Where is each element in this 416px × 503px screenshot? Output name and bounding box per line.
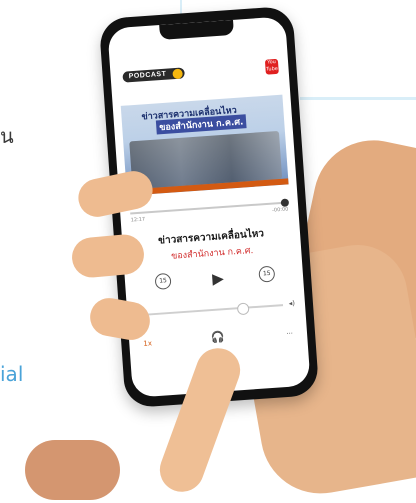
podcast-badge-label: PODCAST xyxy=(128,70,167,81)
volume-high-icon: ◂) xyxy=(288,299,296,308)
headphones-icon[interactable]: 🎧 xyxy=(211,330,226,344)
total-time: -00:00 xyxy=(271,206,289,214)
cropped-background-text-bottom: ial xyxy=(0,362,24,386)
play-icon[interactable]: ▶ xyxy=(208,269,227,288)
forward-15-icon[interactable]: 15 xyxy=(258,265,276,283)
playback-speed-button[interactable]: 1x xyxy=(143,339,152,348)
rewind-15-icon[interactable]: 15 xyxy=(154,272,172,290)
decorative-line xyxy=(300,97,416,100)
volume-slider[interactable] xyxy=(147,302,284,316)
youtube-icon[interactable]: You Tube xyxy=(264,58,279,75)
cropped-background-text-top: น xyxy=(0,124,14,148)
volume-handle[interactable] xyxy=(236,302,250,316)
phone-notch xyxy=(159,19,235,40)
microphone-icon xyxy=(172,68,183,80)
elapsed-time: 12:17 xyxy=(130,216,146,224)
seek-bar[interactable] xyxy=(130,198,289,215)
second-hand xyxy=(25,440,120,500)
more-options-button[interactable]: ··· xyxy=(286,329,293,337)
podcast-badge: PODCAST xyxy=(122,67,185,83)
